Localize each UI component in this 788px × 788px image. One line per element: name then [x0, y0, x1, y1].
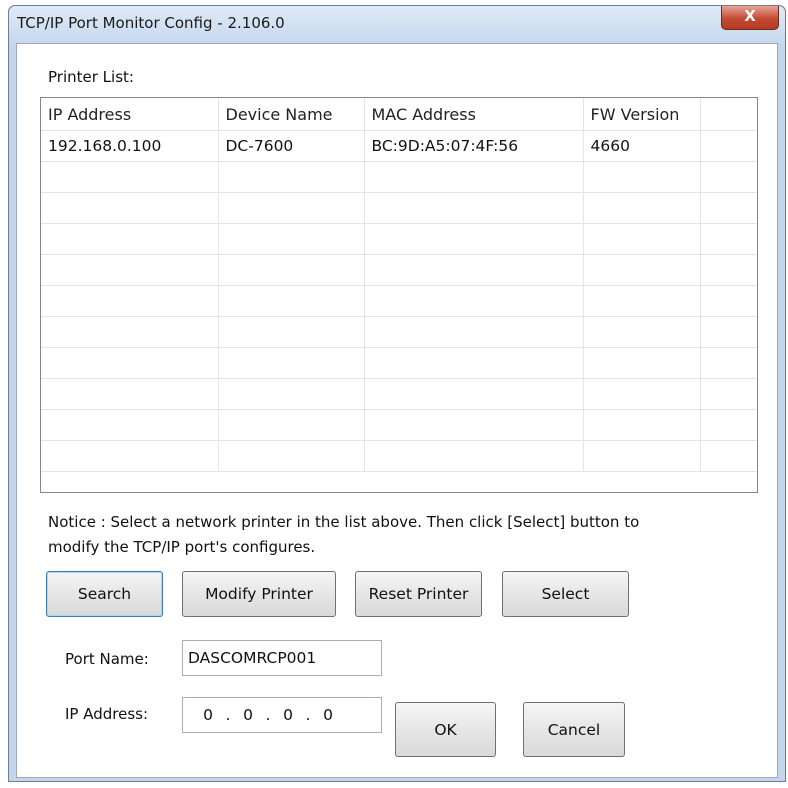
port-name-label: Port Name:: [65, 650, 149, 668]
cell-mac-address: BC:9D:A5:07:4F:56: [364, 130, 584, 162]
column-header-mac-address[interactable]: MAC Address: [364, 98, 584, 131]
ok-button[interactable]: OK: [395, 702, 496, 757]
cell-fw-version: 4660: [583, 130, 701, 162]
ip-separator: .: [265, 706, 271, 724]
ip-octet-1[interactable]: 0: [195, 698, 221, 732]
empty-row: [41, 285, 757, 317]
title-bar[interactable]: TCP/IP Port Monitor Config - 2.106.0 X: [9, 6, 785, 44]
reset-printer-button[interactable]: Reset Printer: [355, 571, 482, 617]
window-title: TCP/IP Port Monitor Config - 2.106.0: [17, 14, 285, 32]
ip-address-label: IP Address:: [65, 705, 149, 723]
empty-row: [41, 223, 757, 255]
column-header-filler: [700, 98, 757, 131]
close-button[interactable]: X: [721, 6, 779, 30]
empty-row: [41, 316, 757, 348]
modify-printer-button[interactable]: Modify Printer: [182, 571, 336, 617]
ip-octet-2[interactable]: 0: [235, 698, 261, 732]
search-button[interactable]: Search: [46, 571, 163, 617]
cell-ip-address: 192.168.0.100: [41, 130, 219, 162]
empty-row: [41, 440, 757, 472]
cell-filler: [700, 130, 757, 162]
column-header-fw-version[interactable]: FW Version: [583, 98, 701, 131]
empty-row: [41, 378, 757, 410]
empty-row: [41, 254, 757, 286]
printer-table: IP Address Device Name MAC Address FW Ve…: [41, 98, 757, 472]
close-icon: X: [744, 7, 756, 25]
table-row[interactable]: 192.168.0.100 DC-7600 BC:9D:A5:07:4F:56 …: [41, 130, 757, 162]
port-name-input[interactable]: DASCOMRCP001: [182, 640, 382, 676]
empty-row: [41, 192, 757, 224]
cancel-button[interactable]: Cancel: [523, 702, 625, 757]
ip-separator: .: [225, 706, 231, 724]
notice-line-1: Notice : Select a network printer in the…: [48, 513, 640, 531]
ip-octet-3[interactable]: 0: [275, 698, 301, 732]
printer-list-label: Printer List:: [48, 68, 134, 86]
empty-row: [41, 347, 757, 379]
column-header-ip-address[interactable]: IP Address: [41, 98, 219, 131]
ip-octet-4[interactable]: 0: [315, 698, 341, 732]
empty-row: [41, 409, 757, 441]
select-button[interactable]: Select: [502, 571, 629, 617]
table-header-row: IP Address Device Name MAC Address FW Ve…: [41, 98, 757, 131]
ip-separator: .: [305, 706, 311, 724]
printer-list[interactable]: IP Address Device Name MAC Address FW Ve…: [40, 97, 758, 493]
notice-line-2: modify the TCP/IP port's configures.: [48, 538, 316, 556]
cell-device-name: DC-7600: [218, 130, 365, 162]
column-header-device-name[interactable]: Device Name: [218, 98, 365, 131]
empty-row: [41, 161, 757, 193]
ip-address-field[interactable]: 0.0.0.0: [182, 697, 382, 733]
